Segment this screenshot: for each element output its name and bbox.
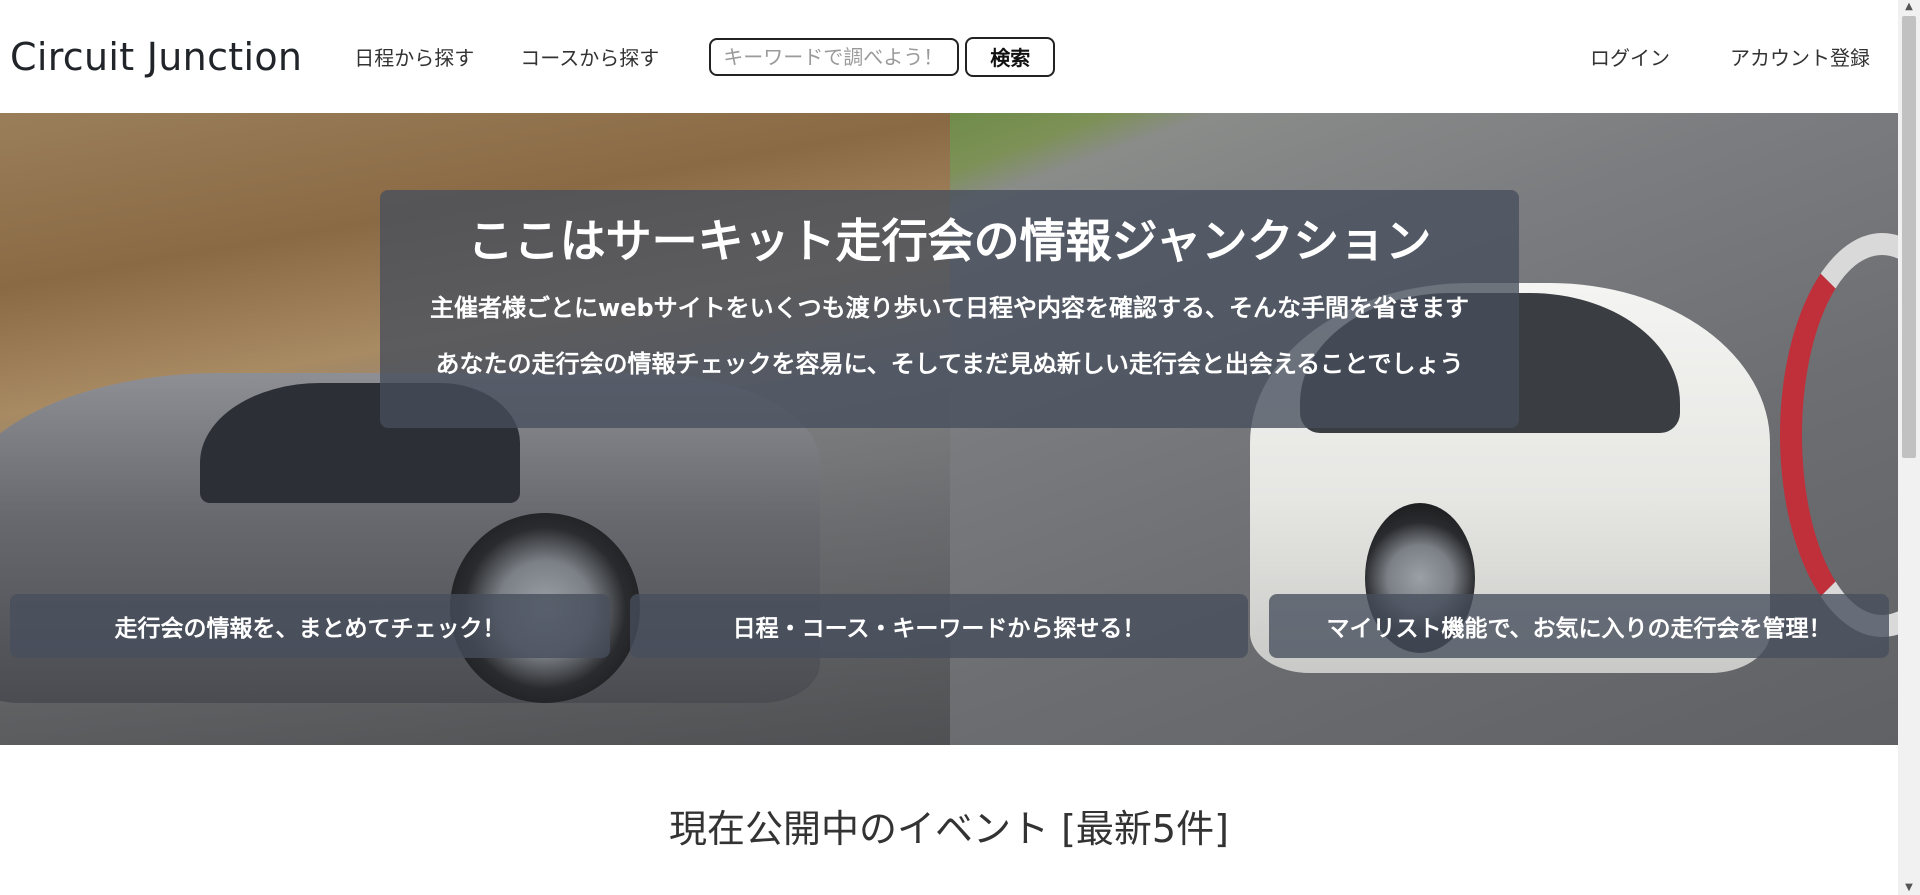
section-title-events: 現在公開中のイベント [最新5件] (669, 807, 1229, 851)
feature-card-search: 日程・コース・キーワードから探せる！ (630, 594, 1248, 658)
nav-search-by-course[interactable]: コースから探す (520, 42, 659, 71)
brand-logo[interactable]: Circuit Junction (10, 35, 302, 79)
register-link[interactable]: アカウント登録 (1730, 42, 1870, 71)
login-link[interactable]: ログイン (1590, 42, 1670, 71)
auth-links: ログイン アカウント登録 (1590, 42, 1870, 71)
page-scrollbar[interactable]: ▲ ▼ (1898, 0, 1920, 895)
hero-message-box: ここはサーキット走行会の情報ジャンクション 主催者様ごとにwebサイトをいくつも… (380, 190, 1519, 428)
hero-line-1: 主催者様ごとにwebサイトをいくつも渡り歩いて日程や内容を確認する、そんな手間を… (430, 294, 1469, 322)
feature-card-mylist: マイリスト機能で、お気に入りの走行会を管理！ (1269, 594, 1889, 658)
search-form: 検索 (709, 36, 1056, 77)
scroll-up-arrow-icon[interactable]: ▲ (1898, 0, 1920, 14)
navbar: Circuit Junction 日程から探す コースから探す 検索 ログイン … (0, 0, 1898, 113)
scroll-thumb[interactable] (1902, 16, 1916, 458)
search-button[interactable]: 検索 (965, 36, 1056, 77)
feature-card-info: 走行会の情報を、まとめてチェック！ (10, 594, 610, 658)
nav-search-by-date[interactable]: 日程から探す (354, 42, 474, 71)
scroll-down-arrow-icon[interactable]: ▼ (1898, 881, 1920, 895)
hero-line-2: あなたの走行会の情報チェックを容易に、そしてまだ見ぬ新しい走行会と出会えることで… (435, 350, 1464, 378)
search-input[interactable] (709, 37, 960, 76)
hero-section: ここはサーキット走行会の情報ジャンクション 主催者様ごとにwebサイトをいくつも… (0, 113, 1898, 745)
hero-title: ここはサーキット走行会の情報ジャンクション (467, 214, 1432, 268)
